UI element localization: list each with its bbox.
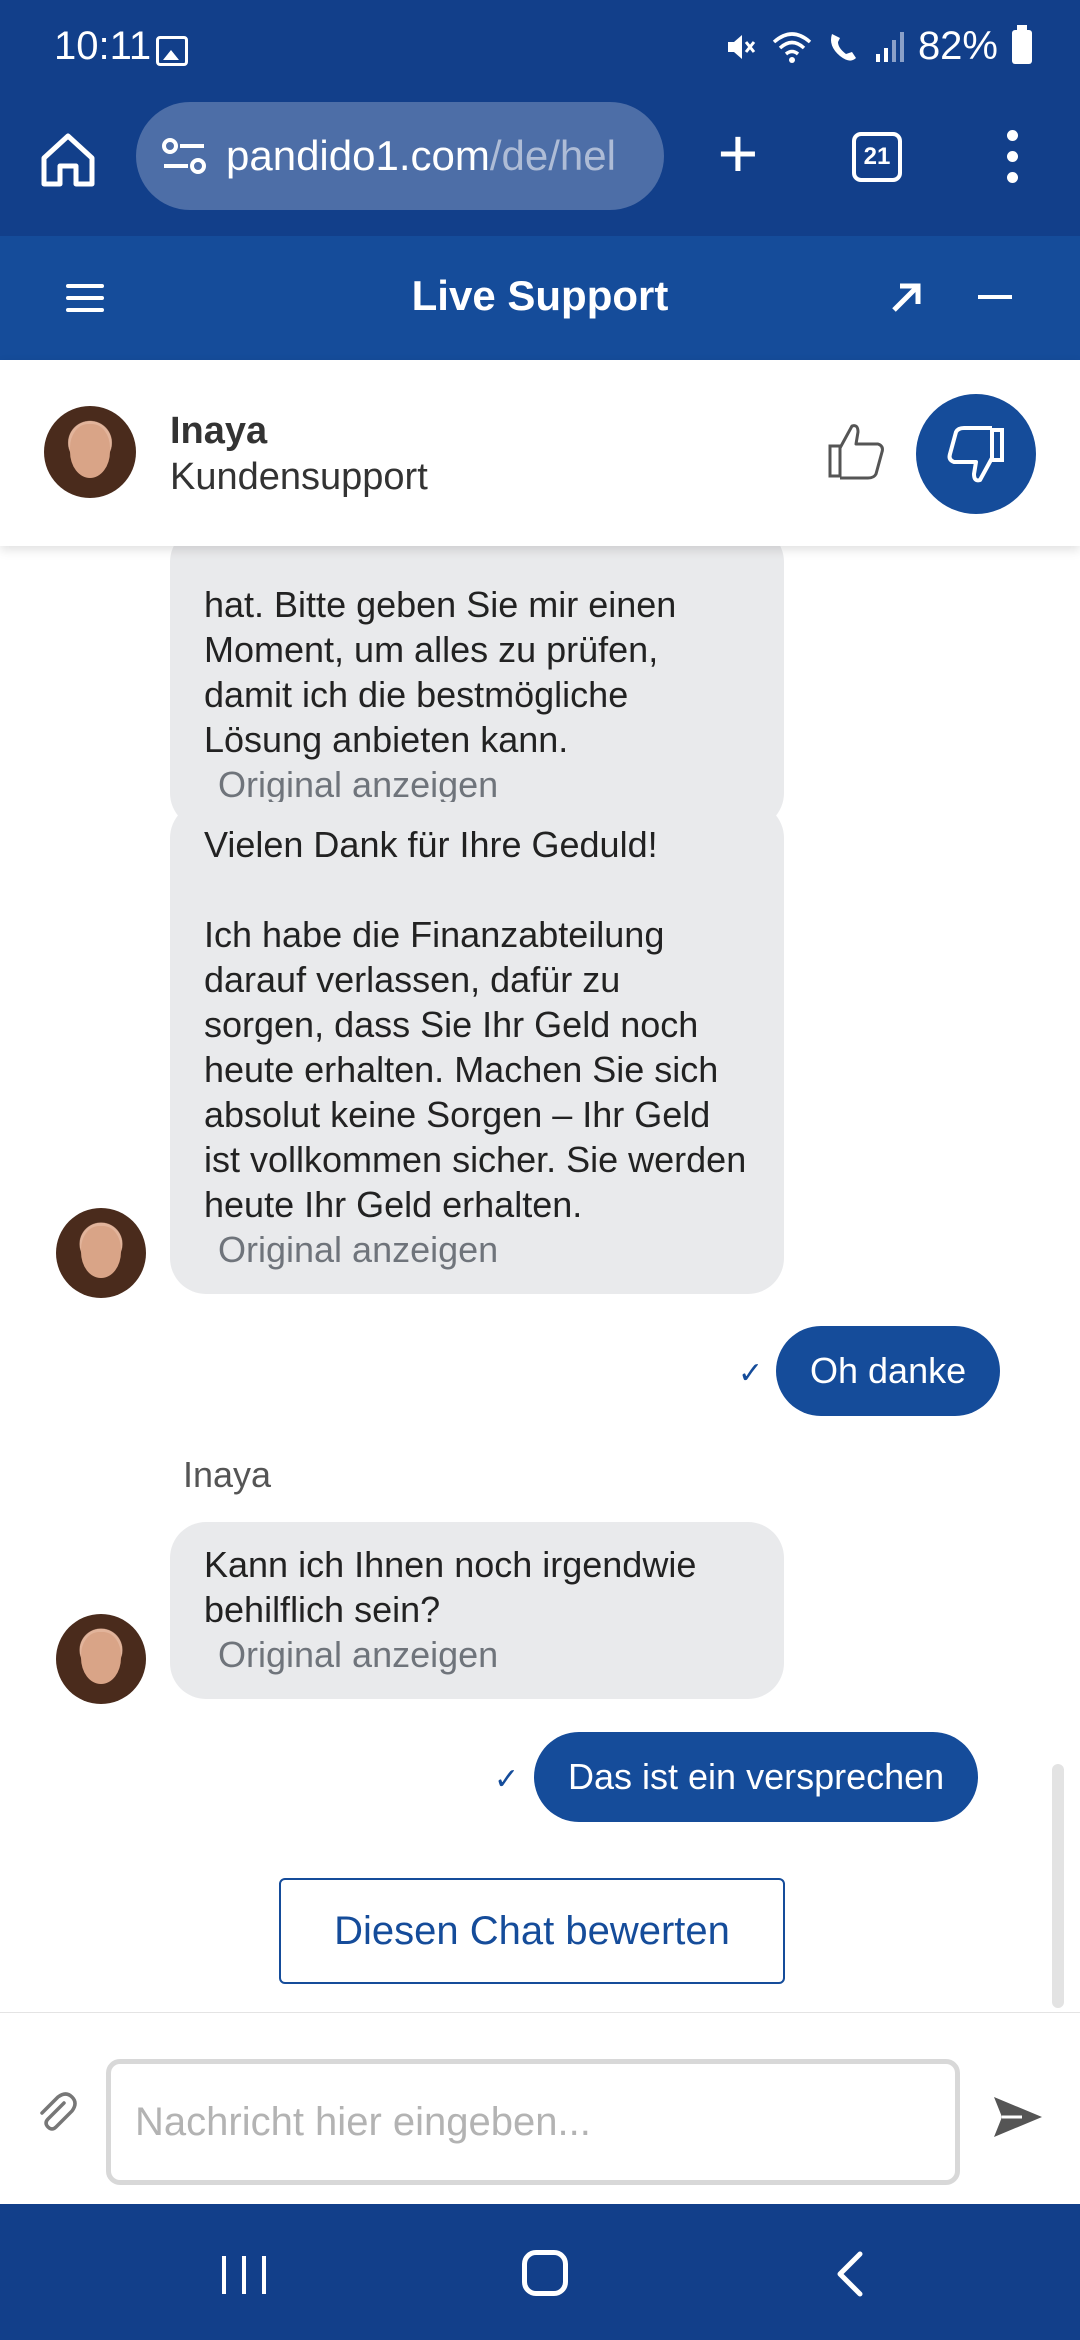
new-tab-button[interactable]: + xyxy=(710,118,766,190)
agent-name: Inaya xyxy=(170,410,268,452)
agent-role: Kundensupport xyxy=(170,456,428,498)
status-time: 10:11 xyxy=(54,24,152,68)
user-message: Oh danke xyxy=(776,1326,1001,1416)
home-icon[interactable] xyxy=(36,128,100,192)
message-text: Kann ich Ihnen noch irgendwie behilflich… xyxy=(204,1544,697,1630)
agent-message: hat. Bitte geben Sie mir einen Moment, u… xyxy=(170,546,784,829)
address-bar[interactable]: pandido1.com/de/hel xyxy=(136,102,664,210)
rate-chat-button[interactable]: Diesen Chat bewerten xyxy=(279,1878,785,1984)
signal-icon xyxy=(875,31,904,62)
chat-header: Live Support xyxy=(0,236,1080,360)
battery-percent: 82% xyxy=(917,24,998,68)
thumbs-down-icon xyxy=(947,426,1004,483)
thumbs-down-button[interactable] xyxy=(916,394,1036,514)
chat-scrollbar[interactable] xyxy=(1052,1764,1064,2008)
agent-avatar xyxy=(44,406,136,498)
url-domain: pandido1.com xyxy=(226,132,490,179)
message-text: Ich habe die Finanzabteilung darauf verl… xyxy=(204,914,747,1225)
sender-name: Inaya xyxy=(183,1454,272,1495)
show-original-link[interactable]: Original anzeigen xyxy=(204,1632,750,1677)
wifi-call-icon xyxy=(830,33,856,61)
url-text[interactable]: pandido1.com/de/hel xyxy=(226,132,646,180)
message-input[interactable] xyxy=(106,2059,960,2185)
user-message: Das ist ein versprechen xyxy=(534,1732,979,1822)
expand-icon[interactable] xyxy=(884,276,928,320)
show-original-link[interactable]: Original anzeigen xyxy=(204,1227,750,1272)
browser-menu-icon[interactable] xyxy=(1000,130,1024,186)
chat-messages[interactable]: hat. Bitte geben Sie mir einen Moment, u… xyxy=(0,546,1080,2012)
show-original-link[interactable]: Original anzeigen xyxy=(204,762,750,807)
gallery-notification-icon xyxy=(156,36,188,66)
attachment-icon[interactable] xyxy=(34,2089,78,2133)
status-icons: 82% xyxy=(724,24,1032,69)
browser-toolbar: pandido1.com/de/hel + 21 xyxy=(0,100,1080,236)
tab-switcher-button[interactable]: 21 xyxy=(852,132,902,182)
message-text: Vielen Dank für Ihre Geduld! xyxy=(204,824,658,865)
message-composer xyxy=(0,2012,1080,2204)
agent-header: Inaya Kundensupport xyxy=(0,360,1080,546)
minimize-icon[interactable] xyxy=(978,295,1012,299)
agent-avatar xyxy=(56,1208,146,1298)
delivered-check-icon: ✓ xyxy=(738,1357,764,1390)
site-settings-icon[interactable] xyxy=(160,134,208,178)
agent-avatar xyxy=(56,1614,146,1704)
mute-icon xyxy=(727,34,756,59)
thumbs-up-icon[interactable] xyxy=(826,420,888,482)
delivered-check-icon: ✓ xyxy=(494,1763,520,1796)
home-button[interactable] xyxy=(522,2250,568,2296)
status-bar: 10:11 82% xyxy=(0,0,1080,100)
agent-message: Vielen Dank für Ihre Geduld! Ich habe di… xyxy=(170,802,784,1294)
message-text: hat. Bitte geben Sie mir einen Moment, u… xyxy=(204,584,677,760)
wifi-icon xyxy=(772,31,812,63)
url-path: /de/hel xyxy=(489,132,616,179)
recents-button[interactable] xyxy=(222,2256,266,2294)
send-icon[interactable] xyxy=(992,2093,1044,2141)
back-icon[interactable] xyxy=(830,2250,870,2298)
system-navigation-bar xyxy=(0,2204,1080,2340)
agent-message: Kann ich Ihnen noch irgendwie behilflich… xyxy=(170,1522,784,1699)
battery-icon xyxy=(1012,24,1032,64)
